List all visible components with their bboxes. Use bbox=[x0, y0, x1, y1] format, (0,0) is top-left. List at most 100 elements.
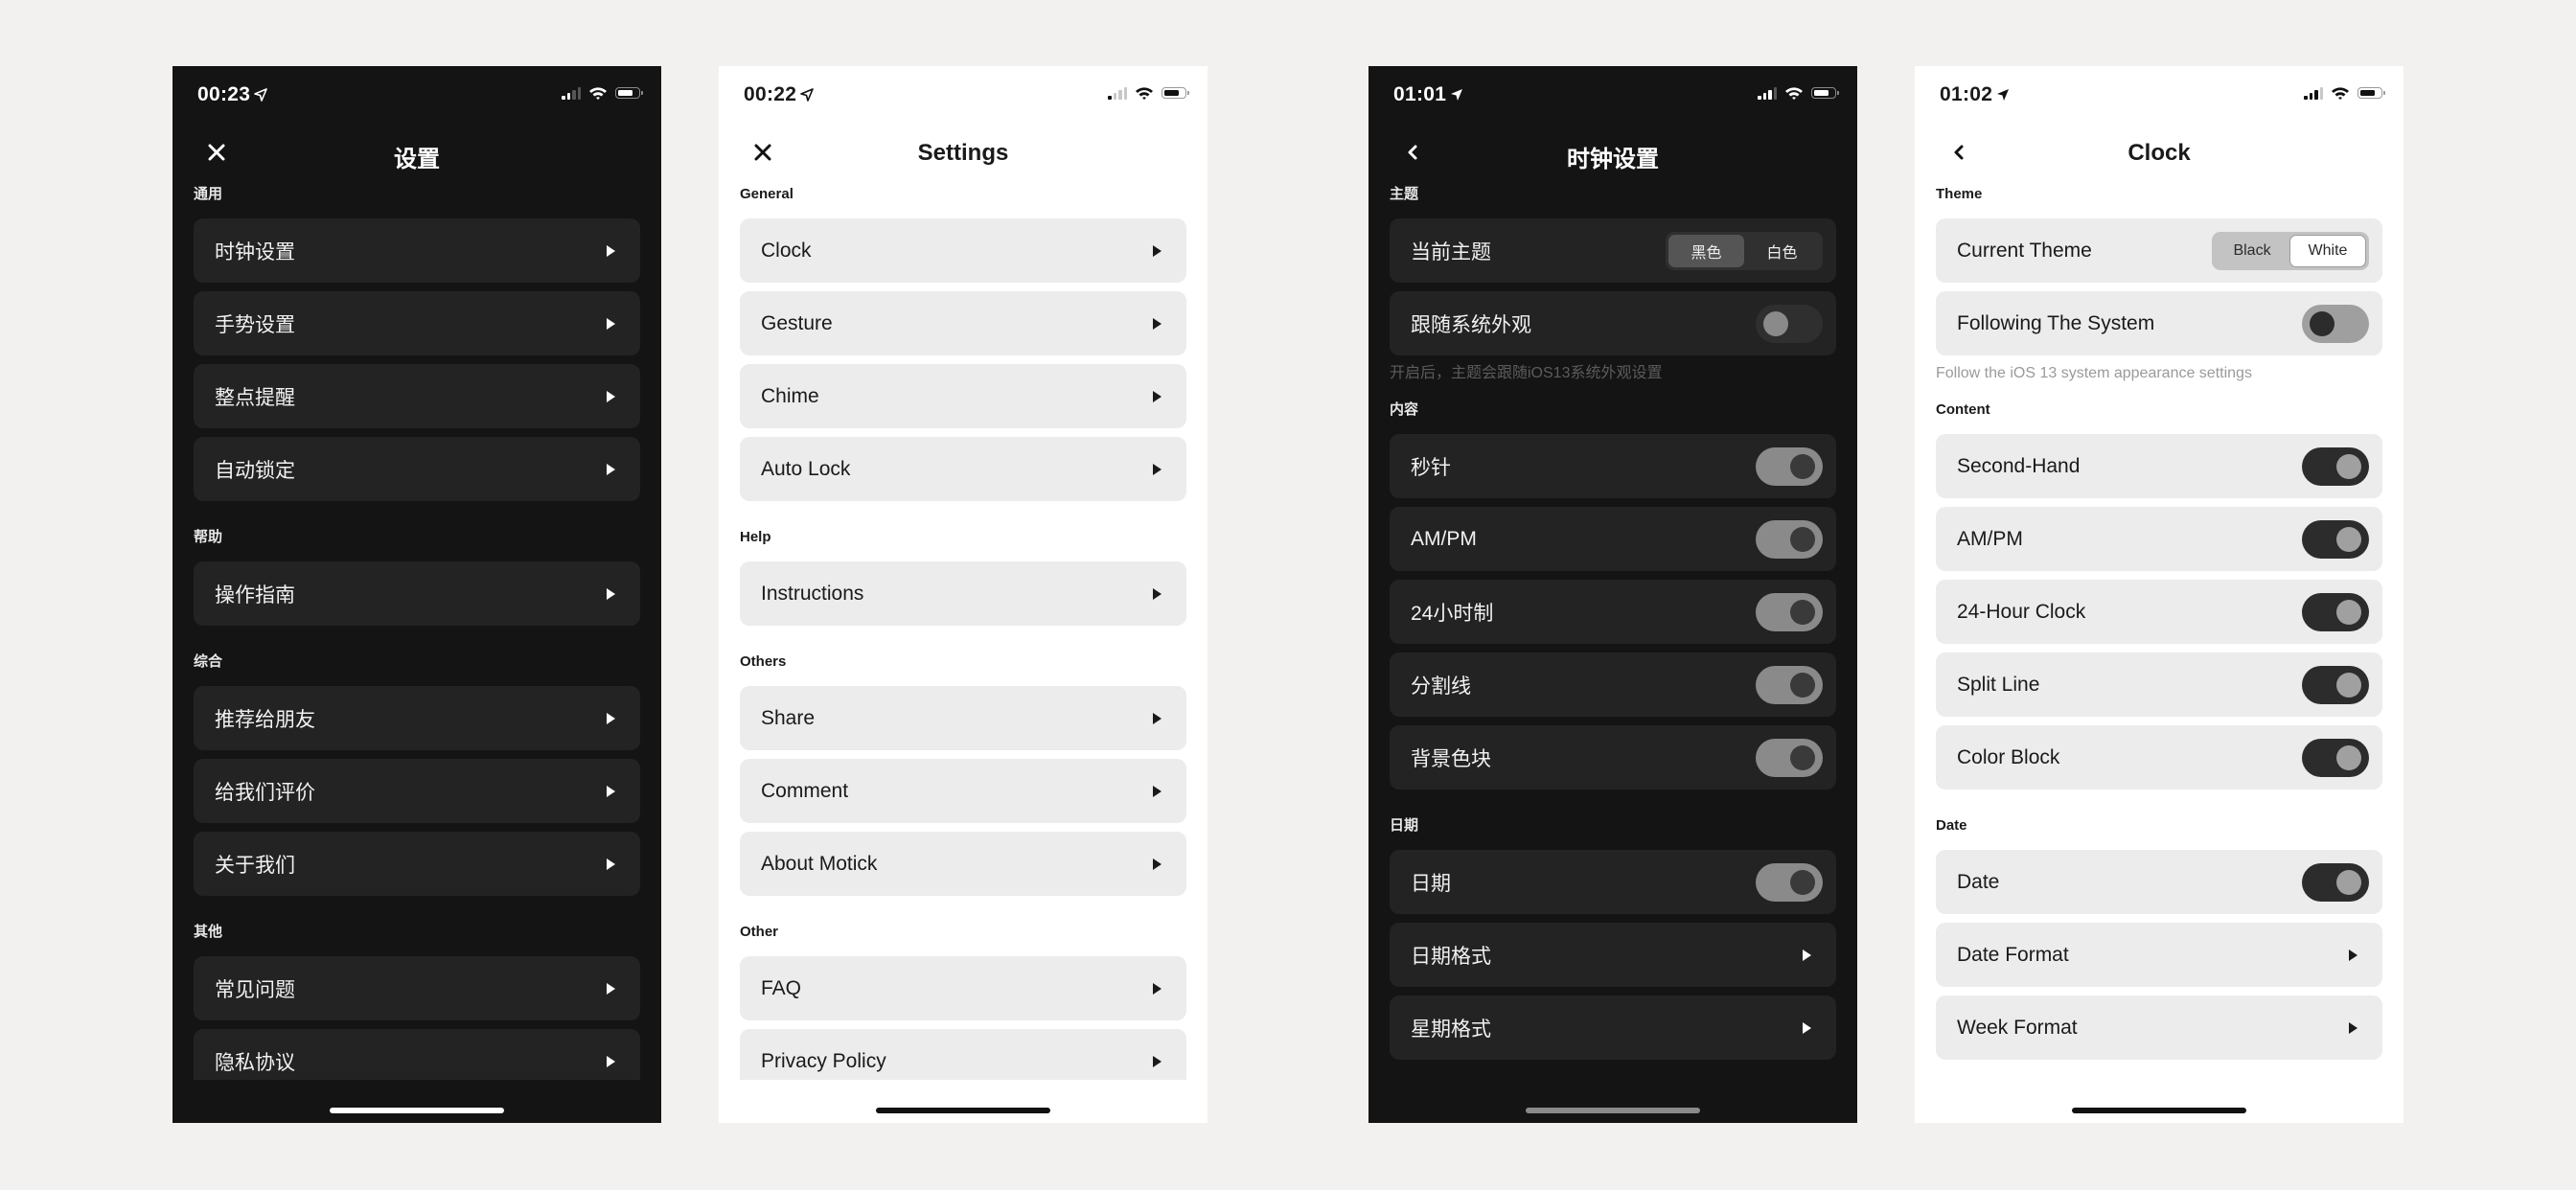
chevron-right-icon bbox=[607, 858, 615, 870]
section-title-content: 内容 bbox=[1390, 401, 1419, 418]
home-indicator[interactable] bbox=[876, 1108, 1050, 1113]
toggle-row-second-hand: Second-Hand bbox=[1936, 434, 2382, 498]
settings-row-faq[interactable]: FAQ bbox=[740, 956, 1186, 1020]
current-theme-row: Current Theme Black White bbox=[1936, 218, 2382, 283]
settings-list: 通用 时钟设置 手势设置 整点提醒 自动锁定 帮助 操作指南 综合 推荐给朋友 … bbox=[194, 187, 640, 1080]
home-indicator[interactable] bbox=[1526, 1108, 1700, 1113]
settings-row-auto-lock[interactable]: Auto Lock bbox=[740, 437, 1186, 501]
split-line-toggle[interactable] bbox=[1756, 665, 1823, 704]
settings-row-comment[interactable]: Comment bbox=[740, 759, 1186, 823]
phone-clock-light-en: 01:02 Clock Theme Current Theme Black Wh… bbox=[1915, 66, 2404, 1123]
settings-row-instructions[interactable]: 操作指南 bbox=[194, 561, 640, 626]
wifi-icon bbox=[1785, 87, 1803, 100]
ampm-toggle[interactable] bbox=[1756, 519, 1823, 559]
split-line-toggle[interactable] bbox=[2302, 665, 2369, 704]
settings-row-privacy[interactable]: Privacy Policy bbox=[740, 1029, 1186, 1080]
chevron-right-icon bbox=[607, 587, 615, 600]
color-block-toggle[interactable] bbox=[2302, 738, 2369, 777]
segment-black[interactable]: Black bbox=[2215, 235, 2289, 267]
settings-row-comment[interactable]: 给我们评价 bbox=[194, 759, 640, 823]
settings-row-faq[interactable]: 常见问题 bbox=[194, 956, 640, 1020]
segment-black[interactable]: 黑色 bbox=[1668, 234, 1744, 267]
section-title-others: Others bbox=[740, 653, 787, 670]
section-title-date: 日期 bbox=[1390, 817, 1419, 834]
section-title-general: General bbox=[740, 186, 794, 202]
settings-row-clock[interactable]: 时钟设置 bbox=[194, 218, 640, 283]
chevron-right-icon bbox=[2349, 1021, 2358, 1034]
follow-system-row: Following The System bbox=[1936, 291, 2382, 355]
settings-row-privacy[interactable]: 隐私协议 bbox=[194, 1029, 640, 1080]
date-toggle[interactable] bbox=[2302, 862, 2369, 902]
settings-row-share[interactable]: 推荐给朋友 bbox=[194, 686, 640, 750]
section-title-other: 其他 bbox=[194, 924, 223, 940]
chevron-right-icon bbox=[2349, 949, 2358, 961]
settings-row-instructions[interactable]: Instructions bbox=[740, 561, 1186, 626]
settings-row-auto-lock[interactable]: 自动锁定 bbox=[194, 437, 640, 501]
battery-icon bbox=[2358, 87, 2385, 99]
settings-row-chime[interactable]: 整点提醒 bbox=[194, 364, 640, 428]
follow-system-caption: 开启后，主题会跟随iOS13系统外观设置 bbox=[1390, 365, 1663, 381]
settings-row-about[interactable]: About Motick bbox=[740, 832, 1186, 896]
color-block-toggle[interactable] bbox=[1756, 738, 1823, 777]
follow-system-toggle[interactable] bbox=[1756, 304, 1823, 343]
settings-row-chime[interactable]: Chime bbox=[740, 364, 1186, 428]
chevron-right-icon bbox=[607, 390, 615, 402]
chevron-right-icon bbox=[1153, 587, 1162, 600]
settings-row-clock[interactable]: Clock bbox=[740, 218, 1186, 283]
settings-row-about[interactable]: 关于我们 bbox=[194, 832, 640, 896]
settings-row-gesture[interactable]: 手势设置 bbox=[194, 291, 640, 355]
battery-icon bbox=[1811, 87, 1839, 99]
settings-row-gesture[interactable]: Gesture bbox=[740, 291, 1186, 355]
toggle-row-color-block: Color Block bbox=[1936, 725, 2382, 790]
home-indicator[interactable] bbox=[2072, 1108, 2246, 1113]
nav-bar: Clock bbox=[1915, 124, 2404, 181]
page-title: 时钟设置 bbox=[1567, 147, 1659, 172]
phone-settings-dark-zh: 00:23 设置 通用 时钟设置 手势设置 整点提醒 自动锁定 帮助 操作指南 … bbox=[172, 66, 661, 1123]
chevron-right-icon bbox=[1803, 1021, 1811, 1034]
24-hour-toggle[interactable] bbox=[1756, 592, 1823, 631]
chevron-right-icon bbox=[607, 463, 615, 475]
chevron-right-icon bbox=[1153, 982, 1162, 995]
settings-row-week-format[interactable]: 星期格式 bbox=[1390, 995, 1836, 1060]
phone-clock-dark-zh: 01:01 时钟设置 主题 当前主题 黑色 白色 跟随系统外观 开启后，主题会跟… bbox=[1368, 66, 1857, 1123]
segment-white[interactable]: White bbox=[2289, 234, 2366, 267]
24-hour-toggle[interactable] bbox=[2302, 592, 2369, 631]
chevron-right-icon bbox=[1153, 785, 1162, 797]
section-title-theme: 主题 bbox=[1390, 186, 1419, 202]
home-indicator[interactable] bbox=[330, 1108, 504, 1113]
nav-bar: 时钟设置 bbox=[1368, 124, 1857, 181]
ampm-toggle[interactable] bbox=[2302, 519, 2369, 559]
chevron-right-icon bbox=[1803, 949, 1811, 961]
toggle-row-color-block: 背景色块 bbox=[1390, 725, 1836, 790]
cellular-signal-icon bbox=[2304, 86, 2323, 100]
toggle-row-split-line: Split Line bbox=[1936, 652, 2382, 717]
date-toggle[interactable] bbox=[1756, 862, 1823, 902]
section-title-content: Content bbox=[1936, 401, 1990, 418]
chevron-right-icon bbox=[1153, 858, 1162, 870]
status-time: 01:01 bbox=[1393, 83, 1463, 106]
chevron-right-icon bbox=[607, 1055, 615, 1067]
section-title-date: Date bbox=[1936, 817, 1967, 834]
chevron-right-icon bbox=[1153, 712, 1162, 724]
settings-row-week-format[interactable]: Week Format bbox=[1936, 995, 2382, 1060]
chevron-right-icon bbox=[1153, 317, 1162, 330]
clock-settings-list: 主题 当前主题 黑色 白色 跟随系统外观 开启后，主题会跟随iOS13系统外观设… bbox=[1390, 187, 1836, 1068]
second-hand-toggle[interactable] bbox=[1756, 446, 1823, 486]
section-title-general: 通用 bbox=[194, 186, 223, 202]
clock-settings-list: Theme Current Theme Black White Followin… bbox=[1936, 187, 2382, 1068]
toggle-row-ampm: AM/PM bbox=[1936, 507, 2382, 571]
follow-system-toggle[interactable] bbox=[2302, 304, 2369, 343]
toggle-row-date: Date bbox=[1936, 850, 2382, 914]
settings-row-date-format[interactable]: 日期格式 bbox=[1390, 923, 1836, 987]
toggle-row-split-line: 分割线 bbox=[1390, 652, 1836, 717]
settings-row-date-format[interactable]: Date Format bbox=[1936, 923, 2382, 987]
current-theme-row: 当前主题 黑色 白色 bbox=[1390, 218, 1836, 283]
settings-row-share[interactable]: Share bbox=[740, 686, 1186, 750]
second-hand-toggle[interactable] bbox=[2302, 446, 2369, 486]
segment-white[interactable]: 白色 bbox=[1744, 235, 1820, 267]
status-bar: 01:02 bbox=[1915, 66, 2404, 124]
section-title-help: Help bbox=[740, 529, 771, 545]
location-arrow-icon bbox=[1451, 89, 1463, 101]
location-arrow-icon bbox=[1997, 89, 2010, 101]
chevron-right-icon bbox=[607, 982, 615, 995]
